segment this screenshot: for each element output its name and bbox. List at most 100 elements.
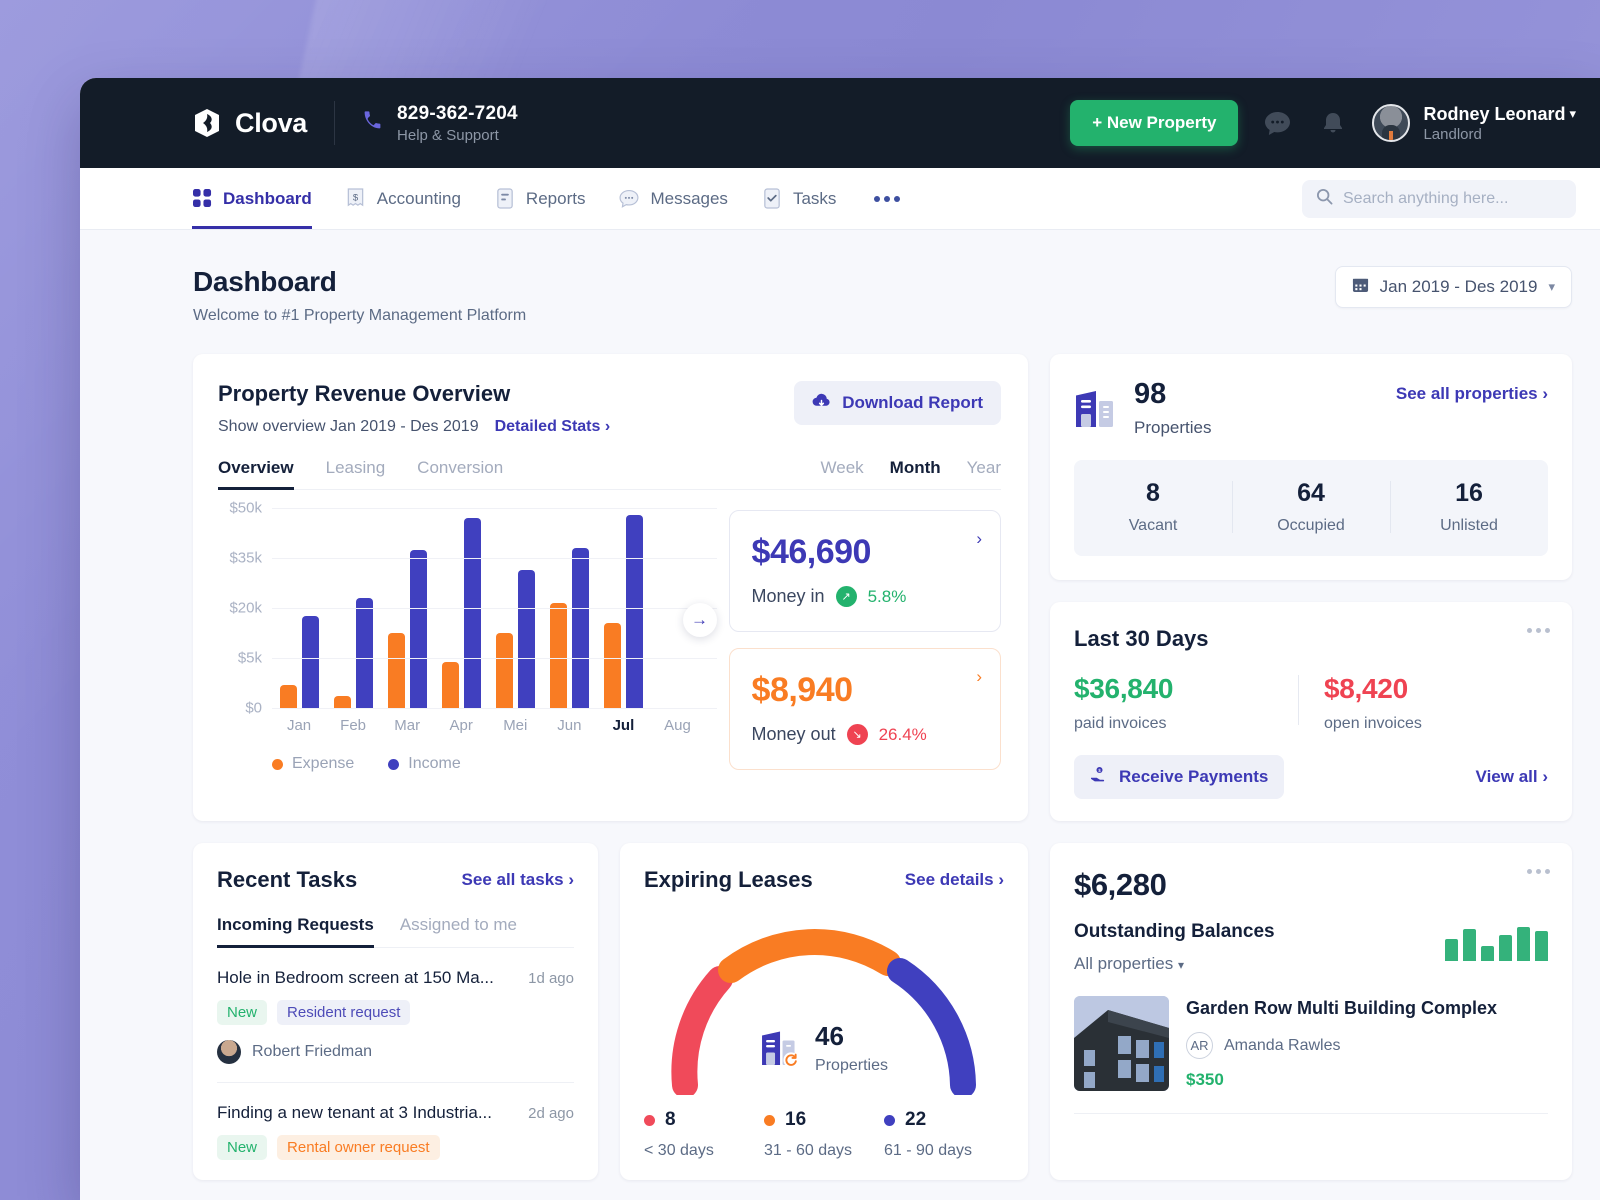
recent-tasks-title: Recent Tasks — [217, 867, 357, 893]
building-icon — [1074, 389, 1116, 429]
page-title: Dashboard — [193, 266, 526, 298]
nav-item-accounting[interactable]: $ Accounting — [346, 168, 461, 229]
card-menu-icon[interactable] — [1527, 628, 1550, 633]
chart-legend-item: Income — [388, 755, 460, 773]
range-week[interactable]: Week — [821, 458, 864, 478]
chevron-right-icon[interactable]: › — [976, 529, 982, 549]
properties-filter-select[interactable]: All properties ▾ — [1074, 954, 1275, 974]
tab-overview[interactable]: Overview — [218, 458, 294, 489]
nav-label-tasks: Tasks — [793, 189, 836, 209]
money-in-card[interactable]: › $46,690 Money in ↗ 5.8% — [729, 510, 1001, 632]
chart-bar-expense-mar — [388, 633, 405, 708]
card-menu-icon[interactable] — [1527, 869, 1550, 874]
chart-gridline — [272, 508, 717, 509]
nav-item-tasks[interactable]: Tasks — [762, 168, 836, 229]
task-row[interactable]: Finding a new tenant at 3 Industria... 2… — [217, 1083, 574, 1178]
chart-legend: Expense Income — [272, 755, 705, 773]
tab-assigned-to-me[interactable]: Assigned to me — [400, 915, 517, 947]
money-in-value: $46,690 — [752, 533, 978, 572]
chart-y-tick: $50k — [229, 500, 262, 517]
money-in-label: Money in — [752, 586, 825, 607]
see-all-properties-link[interactable]: See all properties › — [1396, 384, 1548, 404]
view-all-link[interactable]: View all › — [1476, 767, 1548, 787]
see-all-tasks-link[interactable]: See all tasks › — [462, 870, 574, 890]
nav-more-icon[interactable] — [870, 196, 904, 202]
nav-label-messages: Messages — [650, 189, 727, 209]
lease-segment-label: 61 - 90 days — [884, 1142, 1004, 1160]
stat-occupied-label: Occupied — [1232, 517, 1390, 535]
new-property-button[interactable]: + New Property — [1070, 100, 1238, 146]
messages-icon[interactable] — [1260, 106, 1294, 140]
open-invoices-value: $8,420 — [1324, 673, 1548, 705]
chart-gridline — [272, 658, 717, 659]
last-30-days-card: Last 30 Days $36,840 paid invoices $8,42… — [1050, 602, 1572, 821]
tab-leasing[interactable]: Leasing — [326, 458, 386, 489]
money-out-value: $8,940 — [752, 671, 978, 710]
chart-bar-expense-jun — [550, 603, 567, 708]
search-icon — [1316, 188, 1333, 210]
chart-bar-expense-mei — [496, 633, 513, 708]
chart-y-tick: $5k — [238, 650, 262, 667]
avatar — [217, 1040, 241, 1064]
nav-item-dashboard[interactable]: Dashboard — [192, 168, 312, 229]
outstanding-meta: Outstanding Balances All properties ▾ — [1074, 921, 1548, 974]
revenue-body: $50k$35k$20k$5k$0 JanFebMarAprMeiJunJulA… — [218, 508, 1001, 773]
legend-dot-icon — [272, 759, 283, 770]
lease-segment-value: 8 — [665, 1109, 676, 1131]
date-range-picker[interactable]: Jan 2019 - Des 2019 ▾ — [1335, 266, 1572, 308]
nav-item-messages[interactable]: Messages — [619, 168, 727, 229]
task-badges: New Resident request — [217, 1000, 574, 1025]
last-30-days-actions: $ Receive Payments View all › — [1074, 755, 1548, 799]
lease-gauge: 46 Properties — [644, 917, 1004, 1095]
nav-item-reports[interactable]: Reports — [495, 168, 586, 229]
outstanding-title: Outstanding Balances — [1074, 921, 1275, 943]
tab-conversion[interactable]: Conversion — [417, 458, 503, 489]
open-invoices-label: open invoices — [1324, 715, 1548, 733]
money-out-label: Money out — [752, 724, 836, 745]
download-report-button[interactable]: Download Report — [794, 381, 1001, 425]
recent-tasks-header: Recent Tasks See all tasks › — [217, 867, 574, 893]
chart-x-label: Jul — [596, 717, 650, 734]
search-input[interactable] — [1343, 190, 1562, 208]
paid-invoices-label: paid invoices — [1074, 715, 1298, 733]
last-30-days-title: Last 30 Days — [1074, 626, 1548, 652]
range-month[interactable]: Month — [890, 458, 941, 478]
see-details-link[interactable]: See details › — [905, 870, 1004, 890]
type-badge: Rental owner request — [277, 1135, 440, 1160]
dashboard-top-grid: Property Revenue Overview Show overview … — [193, 354, 1572, 821]
gauge-value: 46 — [815, 1023, 888, 1049]
page-header: Dashboard Welcome to #1 Property Managem… — [193, 266, 1572, 325]
dashboard-bottom-grid: Recent Tasks See all tasks › Incoming Re… — [193, 843, 1572, 1180]
brand-logo[interactable]: Clova — [192, 108, 307, 139]
outstanding-list-item[interactable]: Garden Row Multi Building Complex AR Ama… — [1074, 996, 1548, 1114]
detailed-stats-link[interactable]: Detailed Stats › — [495, 418, 611, 436]
chart-bar-income-mei — [518, 570, 535, 708]
range-year[interactable]: Year — [967, 458, 1001, 478]
lease-segment-label: 31 - 60 days — [764, 1142, 884, 1160]
chart-x-label: Mar — [380, 717, 434, 734]
notification-bell-icon[interactable] — [1316, 106, 1350, 140]
legend-label: Expense — [292, 755, 354, 773]
tab-incoming-requests[interactable]: Incoming Requests — [217, 915, 374, 947]
task-time: 1d ago — [528, 970, 574, 987]
sparkline-bar — [1535, 931, 1548, 961]
expiring-leases-card: Expiring Leases See details › — [620, 843, 1028, 1180]
chart-next-button[interactable]: → — [683, 603, 717, 637]
stat-vacant-value: 8 — [1074, 479, 1232, 508]
chevron-right-icon[interactable]: › — [976, 667, 982, 687]
property-thumbnail — [1074, 996, 1169, 1091]
chart-bar-income-mar — [410, 550, 427, 708]
user-menu[interactable]: Rodney Leonard ▾ Landlord — [1372, 104, 1576, 143]
gauge-label: Properties — [815, 1057, 888, 1075]
money-out-card[interactable]: › $8,940 Money out ↘ 26.4% — [729, 648, 1001, 770]
expiring-leases-title: Expiring Leases — [644, 867, 813, 893]
chart-bar-income-apr — [464, 518, 481, 708]
chart-y-tick: $20k — [229, 600, 262, 617]
page-body: Dashboard Welcome to #1 Property Managem… — [80, 230, 1600, 1180]
task-row[interactable]: Hole in Bedroom screen at 150 Ma... 1d a… — [217, 948, 574, 1083]
search-box[interactable] — [1302, 180, 1576, 218]
support-phone[interactable]: 829-362-7204 Help & Support — [362, 103, 518, 144]
nav-items: Dashboard $ Accounting — [192, 168, 904, 229]
chart-x-label: Aug — [650, 717, 704, 734]
receive-payments-button[interactable]: $ Receive Payments — [1074, 755, 1284, 799]
